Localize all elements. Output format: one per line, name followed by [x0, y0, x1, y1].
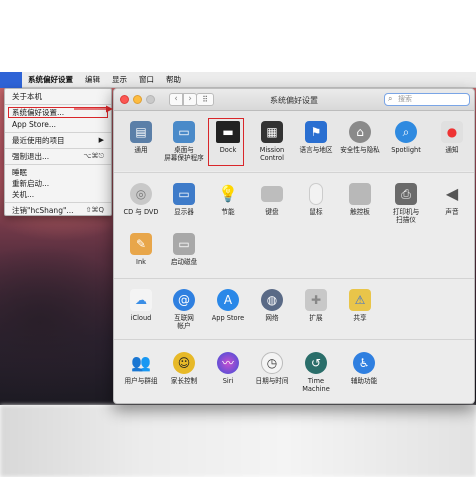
pref-users-groups[interactable]: 👥 用户与群组 [119, 352, 163, 386]
at-sign-icon: @ [173, 289, 195, 311]
force-quit-shortcut: ⌥⌘⎋ [83, 152, 104, 160]
search-placeholder: 搜索 [398, 95, 412, 103]
app-store-icon: A [217, 289, 239, 311]
pref-internet-accounts[interactable]: @ 互联网 帐户 [162, 289, 206, 330]
pref-extensions[interactable]: ✚ 扩展 [294, 289, 338, 322]
desktop-icon: ▭ [173, 121, 195, 143]
pref-mission-control[interactable]: ▦ Mission Control [250, 121, 294, 162]
speaker-icon: ◀ [445, 184, 459, 203]
menu-edit[interactable]: 编辑 [79, 74, 106, 85]
disc-icon: ◎ [130, 183, 152, 205]
pen-icon: ✎ [130, 233, 152, 255]
pref-keyboard[interactable]: 键盘 [250, 183, 294, 216]
menu-view[interactable]: 显示 [106, 74, 133, 85]
chevron-right-icon: ▶ [98, 136, 104, 144]
general-icon: ▤ [130, 121, 152, 143]
search-icon: ⌕ [388, 94, 393, 103]
menu-item-app-store[interactable]: App Store... [5, 119, 111, 130]
menu-app-name[interactable]: 系统偏好设置 [22, 74, 79, 85]
menu-separator [5, 202, 111, 203]
pref-date-time[interactable]: ◷ 日期与时间 [250, 352, 294, 385]
notifications-icon: ● [441, 121, 463, 143]
pref-sound[interactable]: ◀ 声音 [430, 183, 474, 217]
pref-displays[interactable]: ▭ 显示器 [162, 183, 206, 216]
cloud-icon: ☁ [130, 289, 152, 311]
pref-desktop-screensaver[interactable]: ▭ 桌面与 屏幕保护程序 [162, 121, 206, 162]
menu-item-force-quit[interactable]: 强制退出... ⌥⌘⎋ [5, 151, 111, 162]
logout-shortcut: ⇧⌘Q [85, 206, 104, 214]
pref-general[interactable]: ▤ 通用 [119, 121, 163, 154]
house-lock-icon: ⌂ [349, 121, 371, 143]
pref-time-machine[interactable]: ↺ Time Machine [294, 352, 338, 393]
pref-trackpad[interactable]: 触控板 [338, 183, 382, 216]
flag-icon: ⚑ [305, 121, 327, 143]
apple-menu-icon[interactable] [0, 71, 22, 88]
lightbulb-icon: 💡 [218, 184, 238, 203]
pref-notifications[interactable]: ● 通知 [430, 121, 474, 154]
menu-item-recent-items[interactable]: 最近使用的项目 ▶ [5, 135, 111, 146]
pref-spotlight[interactable]: ⌕ Spotlight [384, 121, 428, 154]
menu-separator [5, 164, 111, 165]
pref-security-privacy[interactable]: ⌂ 安全性与隐私 [338, 121, 382, 154]
menu-item-about[interactable]: 关于本机 [5, 91, 111, 102]
pref-energy[interactable]: 💡 节能 [206, 183, 250, 217]
pref-app-store[interactable]: A App Store [206, 289, 250, 322]
pref-ink[interactable]: ✎ Ink [119, 233, 163, 266]
globe-icon: ◍ [261, 289, 283, 311]
menu-item-shutdown[interactable]: 关机... [5, 189, 111, 200]
printer-icon: ⎙ [395, 183, 417, 205]
siri-icon: 〰 [217, 352, 239, 374]
menu-item-logout[interactable]: 注销"hcShang"... ⇧⌘Q [5, 205, 111, 216]
menu-separator [5, 148, 111, 149]
pref-siri[interactable]: 〰 Siri [206, 352, 250, 385]
red-arrow-annotation [74, 105, 113, 113]
pref-language-region[interactable]: ⚑ 语言与地区 [294, 121, 338, 154]
mouse-icon [309, 183, 323, 205]
sharing-folder-icon: ⚠ [349, 289, 371, 311]
time-machine-icon: ↺ [305, 352, 327, 374]
prefs-section-internet: ☁ iCloud @ 互联网 帐户 A App Store ◍ 网络 ✚ 扩展 … [114, 278, 474, 338]
pref-parental-controls[interactable]: ☺ 家长控制 [162, 352, 206, 385]
disk-icon: ▭ [173, 233, 195, 255]
keyboard-icon [261, 186, 283, 202]
menu-help[interactable]: 帮助 [160, 74, 187, 85]
puzzle-icon: ✚ [305, 289, 327, 311]
trackpad-icon [349, 183, 371, 205]
parental-controls-icon: ☺ [173, 352, 195, 374]
pref-accessibility[interactable]: ♿ 辅助功能 [342, 352, 386, 385]
system-preferences-window: ‹ › ⠿ 系统偏好设置 ⌕ 搜索 ▤ 通用 ▭ 桌面与 屏幕保护程序 ▬ Do… [113, 88, 475, 404]
prefs-section-hardware: ◎ CD 与 DVD ▭ 显示器 💡 节能 键盘 鼠标 触控板 ⎙ 打印机与 扫… [114, 172, 474, 277]
users-icon: 👥 [131, 353, 151, 372]
search-input[interactable]: ⌕ 搜索 [384, 93, 470, 106]
pref-mouse[interactable]: 鼠标 [294, 183, 338, 216]
accessibility-icon: ♿ [353, 352, 375, 374]
bottom-blurred-area [0, 405, 476, 477]
menu-item-sleep[interactable]: 睡眠 [5, 167, 111, 178]
display-icon: ▭ [173, 183, 195, 205]
menu-bar: 系统偏好设置 编辑 显示 窗口 帮助 [0, 71, 476, 88]
dock-highlight-box [208, 118, 244, 166]
pref-sharing[interactable]: ⚠ 共享 [338, 289, 382, 322]
pref-cd-dvd[interactable]: ◎ CD 与 DVD [119, 183, 163, 216]
prefs-section-system: 👥 用户与群组 ☺ 家长控制 〰 Siri ◷ 日期与时间 ↺ Time Mac… [114, 339, 474, 403]
prefs-section-personal: ▤ 通用 ▭ 桌面与 屏幕保护程序 ▬ Dock ▦ Mission Contr… [114, 111, 474, 171]
menu-separator [5, 132, 111, 133]
pref-startup-disk[interactable]: ▭ 启动磁盘 [162, 233, 206, 266]
magnifier-icon: ⌕ [395, 121, 417, 143]
pref-icloud[interactable]: ☁ iCloud [119, 289, 163, 322]
menu-window[interactable]: 窗口 [133, 74, 160, 85]
mission-control-icon: ▦ [261, 121, 283, 143]
pref-network[interactable]: ◍ 网络 [250, 289, 294, 322]
menu-item-restart[interactable]: 重新启动... [5, 178, 111, 189]
clock-icon: ◷ [261, 352, 283, 374]
title-bar: ‹ › ⠿ 系统偏好设置 ⌕ 搜索 [114, 89, 474, 111]
pref-printers-scanners[interactable]: ⎙ 打印机与 扫描仪 [384, 183, 428, 224]
